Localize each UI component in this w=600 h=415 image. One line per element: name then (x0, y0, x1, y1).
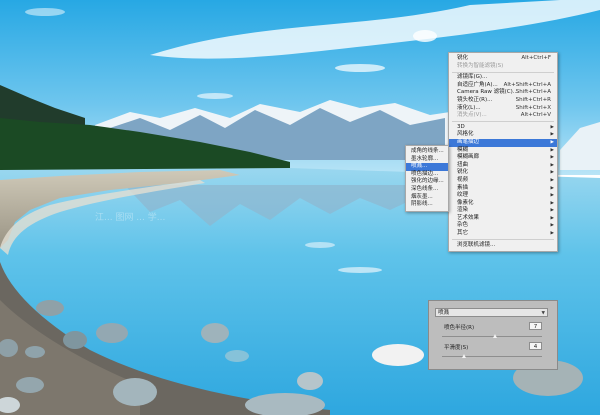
menu-item-label: 锐化 (457, 169, 469, 176)
submenu-item-angled-strokes[interactable]: 成角的线条... (406, 148, 448, 156)
menu-separator (452, 71, 554, 73)
submenu-arrow-icon: ▶ (550, 223, 554, 229)
menu-item-label: 视频 (457, 176, 469, 183)
menu-item-sharpen-last[interactable]: 锐化 Alt+Ctrl+F (449, 55, 557, 63)
menu-item-label: Camera Raw 滤镜(C)... (457, 89, 519, 96)
submenu-arrow-icon: ▶ (550, 215, 554, 221)
menu-item-blur[interactable]: 模糊 ▶ (449, 147, 557, 155)
menu-item-stylize[interactable]: 风格化 ▶ (449, 131, 557, 139)
menu-item-label: 浏览联机滤镜... (457, 241, 496, 248)
menu-item-shortcut: Shift+Ctrl+R (515, 96, 551, 103)
spray-radius-input[interactable]: 7 (529, 322, 542, 330)
menu-item-render[interactable]: 渲染 ▶ (449, 207, 557, 215)
submenu-arrow-icon: ▶ (550, 139, 554, 145)
filter-select[interactable]: 喷溅 ▼ (435, 308, 548, 317)
spray-radius-label: 喷色半径(R) (444, 325, 475, 331)
menu-separator (452, 239, 554, 241)
menu-separator (452, 121, 554, 123)
menu-item-label: 扭曲 (457, 161, 469, 168)
submenu-item-spatter[interactable]: 喷溅... (406, 163, 448, 171)
smoothness-slider-thumb[interactable] (462, 354, 466, 358)
submenu-arrow-icon: ▶ (550, 155, 554, 161)
menu-item-vanishing-point: 消失点(V)... Alt+Ctrl+V (449, 112, 557, 120)
menu-item-sharpen[interactable]: 锐化 ▶ (449, 169, 557, 177)
menu-item-shortcut: Alt+Ctrl+V (520, 112, 551, 119)
menu-item-browse-online-filters[interactable]: 浏览联机滤镜... (449, 242, 557, 250)
submenu-item-dark-strokes[interactable]: 深色线条... (406, 186, 448, 194)
menu-item-label: 滤镜库(G)... (457, 74, 488, 81)
submenu-item-accented-edges[interactable]: 强化的边缘... (406, 178, 448, 186)
menu-item-label: 风格化 (457, 131, 474, 138)
submenu-arrow-icon: ▶ (550, 193, 554, 199)
menu-item-texture[interactable]: 纹理 ▶ (449, 192, 557, 200)
menu-item-label: 渲染 (457, 207, 469, 214)
menu-item-label: 锐化 (457, 55, 469, 61)
menu-item-label: 消失点(V)... (457, 112, 487, 119)
menu-item-label: 素描 (457, 184, 469, 191)
menu-item-label: 镜头校正(R)... (457, 96, 493, 103)
menu-item-brush-strokes[interactable]: 画笔描边 ▶ (449, 138, 557, 147)
smoothness-label: 平滑度(S) (444, 345, 469, 351)
menu-item-noise[interactable]: 杂色 ▶ (449, 222, 557, 230)
filter-menu: 锐化 Alt+Ctrl+F 转换为智能滤镜(S) 滤镜库(G)... 自适应广角(… (448, 52, 558, 253)
submenu-arrow-icon: ▶ (550, 170, 554, 176)
menu-item-label: 3D (457, 123, 465, 130)
menu-item-shortcut: Alt+Ctrl+F (521, 55, 551, 61)
menu-item-label: 画笔描边 (457, 138, 480, 145)
menu-item-label: 自适应广角(A)... (457, 81, 498, 88)
brush-strokes-submenu: 成角的线条... 墨水轮廓... 喷溅... 喷色描边... 强化的边缘... … (405, 145, 449, 212)
menu-item-label: 杂色 (457, 222, 469, 229)
menu-item-video[interactable]: 视频 ▶ (449, 177, 557, 185)
submenu-arrow-icon: ▶ (550, 162, 554, 168)
menu-item-other[interactable]: 其它 ▶ (449, 230, 557, 238)
menu-item-camera-raw[interactable]: Camera Raw 滤镜(C)... Shift+Ctrl+A (449, 89, 557, 97)
menu-item-blur-gallery[interactable]: 模糊画廊 ▶ (449, 154, 557, 162)
submenu-item-crosshatch[interactable]: 阴影线... (406, 201, 448, 209)
spatter-settings-panel: 喷溅 ▼ 喷色半径(R) 7 平滑度(S) 4 (428, 300, 558, 370)
submenu-arrow-icon: ▶ (550, 177, 554, 183)
submenu-arrow-icon: ▶ (550, 208, 554, 214)
menu-item-label: 液化(L)... (457, 104, 481, 111)
menu-item-label: 转换为智能滤镜(S) (457, 62, 504, 69)
menu-item-label: 像素化 (457, 199, 474, 206)
smoothness-input[interactable]: 4 (529, 342, 542, 350)
spray-radius-slider-track[interactable] (442, 336, 542, 337)
menu-item-filter-gallery[interactable]: 滤镜库(G)... (449, 74, 557, 82)
menu-item-label: 艺术效果 (457, 214, 480, 221)
menu-item-label: 纹理 (457, 192, 469, 199)
submenu-arrow-icon: ▶ (550, 124, 554, 130)
menu-item-shortcut: Shift+Ctrl+X (515, 104, 551, 111)
menu-item-label: 其它 (457, 230, 469, 237)
submenu-arrow-icon: ▶ (550, 231, 554, 237)
menu-item-label: 模糊画廊 (457, 154, 480, 161)
filter-select-value: 喷溅 (438, 310, 450, 316)
menu-item-label: 模糊 (457, 146, 469, 153)
smoothness-slider-track[interactable] (442, 356, 542, 357)
submenu-arrow-icon: ▶ (550, 132, 554, 138)
submenu-arrow-icon: ▶ (550, 200, 554, 206)
menu-item-convert-smart-filter: 转换为智能滤镜(S) (449, 63, 557, 71)
spray-radius-slider-thumb[interactable] (493, 334, 497, 338)
menu-item-shortcut: Shift+Ctrl+A (515, 89, 551, 96)
menu-item-sketch[interactable]: 素描 ▶ (449, 185, 557, 193)
submenu-arrow-icon: ▶ (550, 185, 554, 191)
chevron-down-icon: ▼ (541, 311, 545, 316)
menu-item-lens-correction[interactable]: 镜头校正(R)... Shift+Ctrl+R (449, 97, 557, 105)
watermark-text: 江... 图网 ... 学... (95, 213, 166, 223)
submenu-arrow-icon: ▶ (550, 147, 554, 153)
